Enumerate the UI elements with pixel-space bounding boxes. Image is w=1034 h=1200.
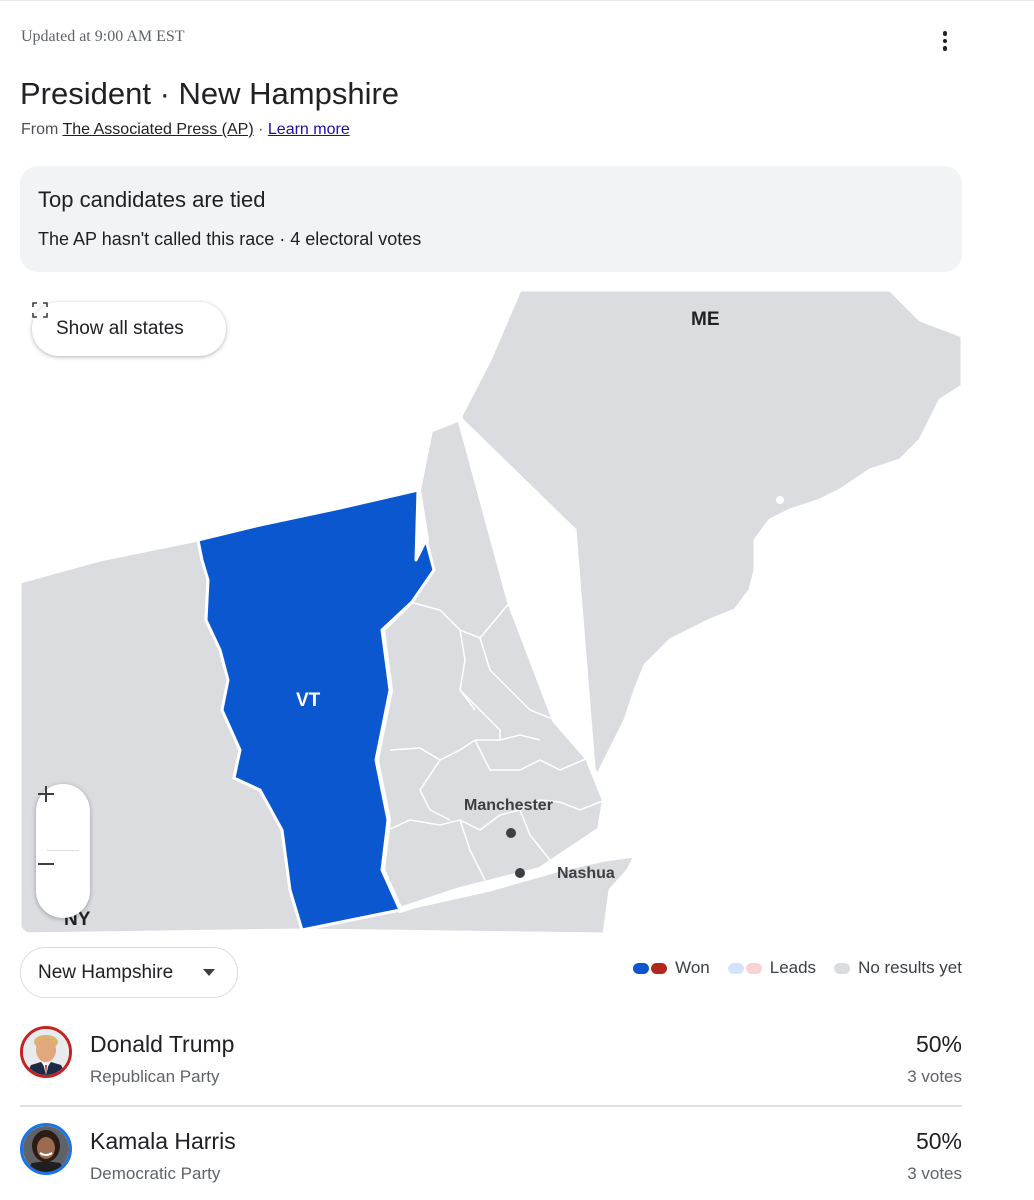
state-selector-value: New Hampshire — [38, 961, 174, 983]
avatar — [20, 1026, 72, 1078]
zoom-out-button[interactable] — [36, 854, 90, 914]
candidate-party: Democratic Party — [90, 1164, 221, 1183]
source-line: From The Associated Press (AP) · Learn m… — [21, 121, 350, 139]
status-subtext: The AP hasn't called this race · 4 elect… — [38, 229, 422, 249]
show-all-states-label: Show all states — [56, 318, 184, 339]
map-canvas — [20, 290, 962, 934]
top-divider — [0, 0, 1034, 1]
candidate-percent: 50% — [915, 1031, 962, 1057]
candidate-name: Kamala Harris — [90, 1128, 236, 1154]
candidate-name: Donald Trump — [90, 1031, 235, 1057]
more-vert-icon — [942, 31, 948, 36]
map-label-nashua: Nashua — [557, 865, 615, 882]
more-vert-icon-dot — [942, 46, 948, 51]
map-label-me: ME — [691, 309, 720, 330]
candidate-votes: 3 votes — [907, 1164, 962, 1183]
zoom-separator — [47, 850, 79, 851]
avatar — [20, 1123, 72, 1175]
updated-timestamp: Updated at 9:00 AM EST — [21, 28, 185, 45]
legend-won-label: Won — [675, 958, 710, 977]
source-separator: · — [258, 121, 264, 138]
map-label-manchester: Manchester — [464, 797, 553, 814]
caret-down-icon — [203, 969, 215, 976]
legend-leads-swatch — [727, 962, 762, 974]
status-heading: Top candidates are tied — [38, 187, 266, 212]
legend-no-results-label: No results yet — [858, 958, 962, 977]
zoom-in-button[interactable] — [36, 784, 90, 844]
page-title: President · New Hampshire — [20, 76, 400, 111]
manchester-marker — [506, 828, 516, 838]
candidate-party: Republican Party — [90, 1067, 220, 1086]
map-legend: Won Leads No results yet — [615, 958, 962, 978]
legend-won-swatch — [633, 962, 668, 974]
legend-leads: Leads — [727, 958, 817, 978]
source-link[interactable]: The Associated Press (AP) — [62, 121, 253, 138]
learn-more-link[interactable]: Learn more — [268, 121, 350, 138]
legend-rep-leads-dot — [745, 962, 762, 974]
source-prefix: From — [21, 121, 59, 138]
race-status-card: Top candidates are tied The AP hasn't ca… — [20, 166, 962, 272]
legend-dem-leads-dot — [727, 962, 744, 974]
candidate-divider — [20, 1105, 962, 1107]
legend-leads-label: Leads — [769, 958, 817, 977]
more-vert-icon-dot — [942, 38, 948, 44]
candidate-row-harris[interactable]: Kamala Harris Democratic Party 50% 3 vot… — [20, 1120, 962, 1200]
candidate-percent: 50% — [915, 1128, 962, 1154]
legend-no-results-dot — [834, 962, 851, 974]
legend-no-results: No results yet — [834, 958, 962, 978]
legend-dem-won-dot — [633, 962, 650, 974]
plus-icon — [38, 786, 54, 802]
election-map[interactable]: ME VT NY Manchester Nashua Show all stat… — [20, 290, 962, 934]
candidate-votes: 3 votes — [907, 1067, 962, 1086]
nashua-marker — [515, 868, 525, 878]
minus-icon — [38, 863, 54, 865]
state-selector-dropdown[interactable]: New Hampshire — [20, 947, 238, 998]
map-label-vt: VT — [296, 690, 321, 711]
candidate-row-trump[interactable]: Donald Trump Republican Party 50% 3 vote… — [20, 1023, 962, 1103]
legend-rep-won-dot — [651, 962, 668, 974]
zoom-controls — [36, 784, 90, 918]
show-all-states-button[interactable]: Show all states — [32, 302, 226, 356]
legend-won: Won — [633, 958, 710, 978]
more-options-button[interactable] — [928, 25, 962, 57]
